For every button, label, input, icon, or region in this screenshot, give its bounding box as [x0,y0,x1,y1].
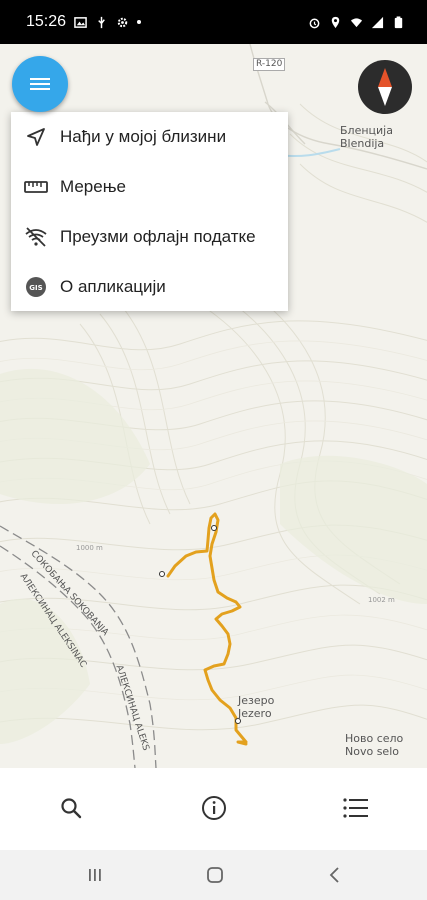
menu-item-label: Мерење [60,177,126,196]
back-icon [329,867,339,883]
place-label-novo-selo-lat: Novo selo [345,745,399,758]
place-label-jezero-lat: Jezero [238,707,272,720]
compass-icon [378,68,392,106]
menu-item-label: О апликацији [60,277,166,296]
alarm-icon [309,18,320,28]
main-menu-dropdown: Нађи у мојој близини Мерење Преузми офла… [11,112,288,311]
menu-item-label: Преузми офлајн податке [60,227,256,246]
system-navigation-bar [0,850,427,900]
list-icon [343,798,368,818]
search-icon [61,798,82,819]
list-button[interactable] [340,792,372,824]
recents-icon [89,869,101,881]
place-label-novo-selo-cyr: Ново село [345,732,404,745]
status-bar: 15:26 [0,0,427,44]
search-button[interactable] [55,792,87,824]
info-icon [202,796,226,820]
status-time: 15:26 [26,13,67,30]
menu-item-find-nearby[interactable]: Нађи у мојој близини [11,112,288,162]
gis-logo-icon: GIS [24,275,48,299]
location-icon [331,16,340,28]
menu-item-label: Нађи у мојој близини [60,127,227,146]
home-button[interactable] [202,863,228,887]
place-label-blendija-cyr: Бленција [340,124,393,137]
home-icon [207,867,223,883]
svg-text:GIS: GIS [29,284,42,292]
menu-item-download-offline[interactable]: Преузми офлајн податке [11,212,288,262]
battery-icon [394,15,403,28]
menu-item-measure[interactable]: Мерење [11,162,288,212]
wifi-icon [350,17,363,27]
image-notification-icon [74,16,87,28]
hiking-track [166,512,248,746]
menu-item-about[interactable]: GIS О апликацији [11,262,288,312]
settings-notification-icon [117,17,128,27]
signal-icon [371,16,384,28]
recents-button[interactable] [82,863,108,887]
place-label-blendija-lat: Blendija [340,137,385,150]
hamburger-icon [30,78,50,90]
altitude-label-1000: 1000 m [76,544,103,552]
place-label-jezero-cyr: Језеро [238,694,275,707]
menu-button[interactable] [12,56,68,112]
compass-button[interactable] [358,60,412,114]
ruler-icon [24,175,48,199]
back-button[interactable] [322,863,348,887]
wifi-off-icon [24,225,48,249]
road-label-r120: R-120 [253,58,286,71]
more-notifications-dot [137,20,142,24]
navigation-arrow-icon [24,125,48,149]
usb-notification-icon [98,16,105,28]
info-button[interactable] [198,792,230,824]
altitude-label-1002: 1002 m [368,596,395,604]
bottom-navigation [0,768,427,850]
